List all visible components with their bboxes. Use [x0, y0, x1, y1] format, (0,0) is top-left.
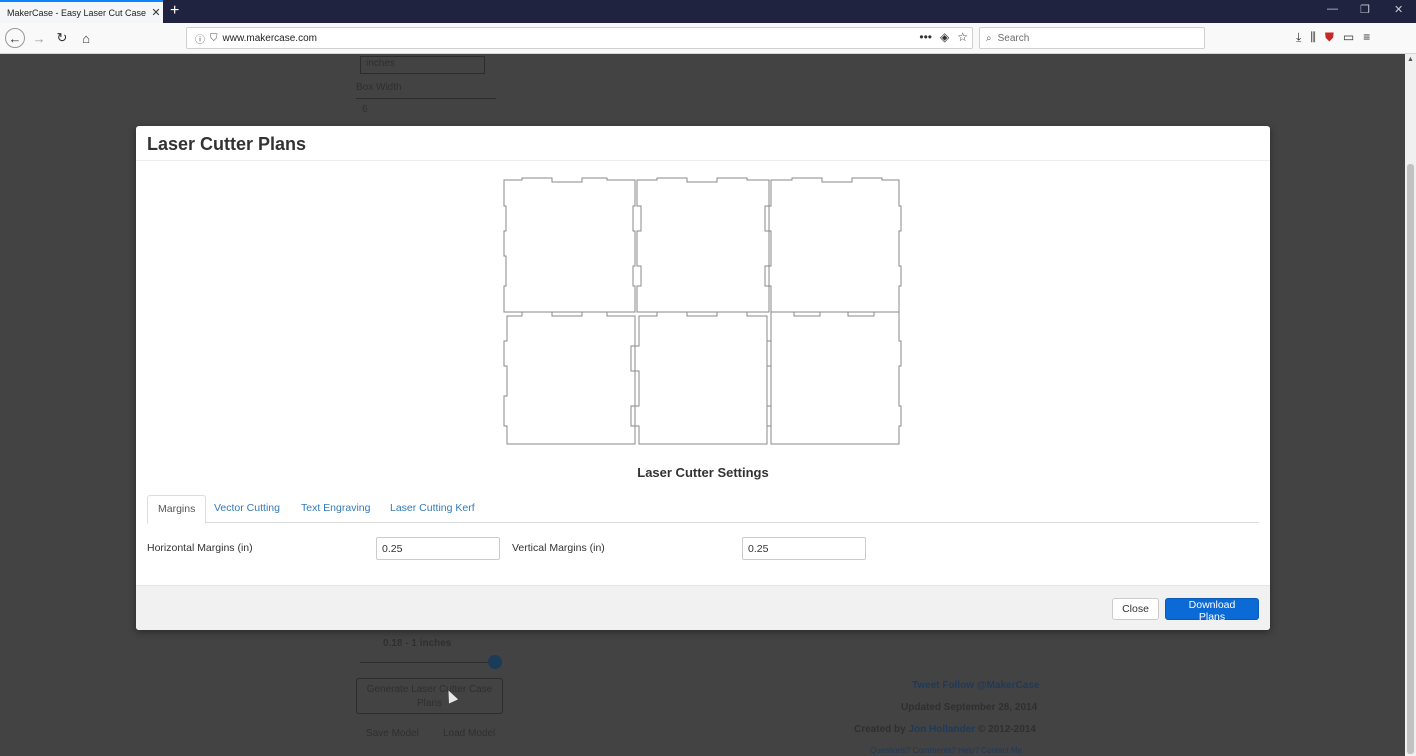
bg-slider-caption: 0.18 - 1 inches [383, 638, 452, 649]
search-input[interactable]: ⌕ Search [979, 27, 1205, 49]
vertical-margins-input[interactable] [742, 537, 866, 560]
bg-divider [356, 98, 496, 99]
modal-header-divider [136, 160, 1270, 161]
vertical-margins-label: Vertical Margins (in) [512, 542, 605, 554]
bg-footer-links: Questions? Comments? Help? Contact Me [870, 746, 1023, 755]
bookmark-star-icon[interactable]: ☆ [957, 30, 968, 44]
browser-navbar: ← → ↻ ⌂ ⓘ ⛉ www.makercase.com ••• ◈ ☆ ⌕ … [0, 23, 1416, 54]
tab-title: MakerCase - Easy Laser Cut Case D [7, 7, 149, 18]
forward-icon[interactable]: → [30, 29, 48, 47]
panel-top-middle [636, 177, 770, 313]
toolbar-right: ⤓ ⫼ ⛊ ▭ ≡ [1296, 30, 1370, 45]
info-icon[interactable]: ⓘ [195, 31, 205, 46]
bg-box-width-value: 6 [362, 104, 368, 115]
library-icon[interactable]: ⫼ [1310, 30, 1316, 45]
panel-bottom-right [766, 311, 902, 445]
menu-icon[interactable]: ≡ [1363, 30, 1370, 45]
bg-created-author: Jon Hollander [908, 724, 976, 735]
panel-bottom-left [503, 311, 636, 445]
modal-title: Laser Cutter Plans [147, 134, 307, 154]
laser-cutter-plans-modal: Laser Cutter Plans Laser Cutter Settings… [136, 126, 1270, 630]
bg-generate-label: Generate Laser Cutter Case Plans [366, 684, 493, 709]
minimize-icon[interactable]: — [1327, 3, 1338, 15]
browser-titlebar: MakerCase - Easy Laser Cut Case D ✕ + — … [0, 0, 1416, 23]
page-actions-icon[interactable]: ••• [919, 30, 932, 44]
sidebar-icon[interactable]: ▭ [1343, 30, 1354, 45]
panel-top-left [503, 177, 636, 313]
url-text: www.makercase.com [222, 32, 317, 44]
bg-created-prefix: Created by [854, 724, 909, 735]
bg-load-model: Load Model [443, 728, 496, 739]
panel-bottom-middle [634, 311, 772, 445]
tab-vector-cutting[interactable]: Vector Cutting [204, 495, 290, 523]
tab-margins[interactable]: Margins [147, 495, 207, 524]
panel-top-right [768, 177, 902, 313]
bg-tweet-follow: Tweet Follow @MakerCase [912, 680, 1040, 691]
bg-box-width-label: Box Width [356, 82, 402, 93]
bg-units-text: inches [366, 58, 395, 69]
bg-slider-thumb [488, 655, 502, 669]
close-button[interactable]: Close [1112, 598, 1159, 620]
horizontal-margins-label: Horizontal Margins (in) [147, 542, 253, 554]
reload-icon[interactable]: ↻ [53, 29, 71, 47]
back-icon[interactable]: ← [5, 28, 25, 48]
settings-tabs: Margins Vector Cutting Text Engraving La… [147, 495, 1259, 524]
bg-save-model: Save Model [366, 728, 419, 739]
laser-plans-preview [503, 177, 902, 445]
tab-text-engraving[interactable]: Text Engraving [291, 495, 380, 523]
settings-title: Laser Cutter Settings [637, 465, 769, 480]
new-tab-button[interactable]: + [170, 2, 179, 20]
scrollbar-thumb[interactable] [1407, 164, 1414, 754]
tab-close-icon[interactable]: ✕ [149, 6, 163, 19]
bg-slider-track [360, 662, 496, 663]
horizontal-margins-input[interactable] [376, 537, 500, 560]
scroll-up-icon[interactable]: ▲ [1407, 56, 1414, 63]
bg-created-suffix: © 2012-2014 [975, 724, 1036, 735]
url-bar[interactable]: ⓘ ⛉ www.makercase.com ••• ◈ ☆ [186, 27, 973, 49]
pocket-icon[interactable]: ◈ [940, 30, 949, 44]
bg-updated: Updated September 28, 2014 [901, 702, 1038, 713]
search-placeholder: Search [997, 32, 1030, 44]
tab-laser-cutting-kerf[interactable]: Laser Cutting Kerf [380, 495, 485, 523]
browser-tab[interactable]: MakerCase - Easy Laser Cut Case D ✕ [0, 0, 163, 23]
window-close-icon[interactable]: ✕ [1394, 3, 1403, 16]
adblock-shield-icon[interactable]: ⛊ [1325, 30, 1334, 45]
home-icon[interactable]: ⌂ [77, 29, 95, 47]
restore-icon[interactable]: ❐ [1360, 3, 1370, 16]
search-icon: ⌕ [986, 32, 992, 44]
bg-created-by: Created by Jon Hollander © 2012-2014 [854, 724, 1036, 735]
modal-footer: Close Download Plans [136, 585, 1270, 630]
page-scrollbar[interactable]: ▲ [1405, 54, 1416, 756]
download-plans-button[interactable]: Download Plans [1165, 598, 1259, 623]
tracking-shield-icon[interactable]: ⛉ [210, 33, 218, 44]
downloads-icon[interactable]: ⤓ [1296, 30, 1301, 45]
